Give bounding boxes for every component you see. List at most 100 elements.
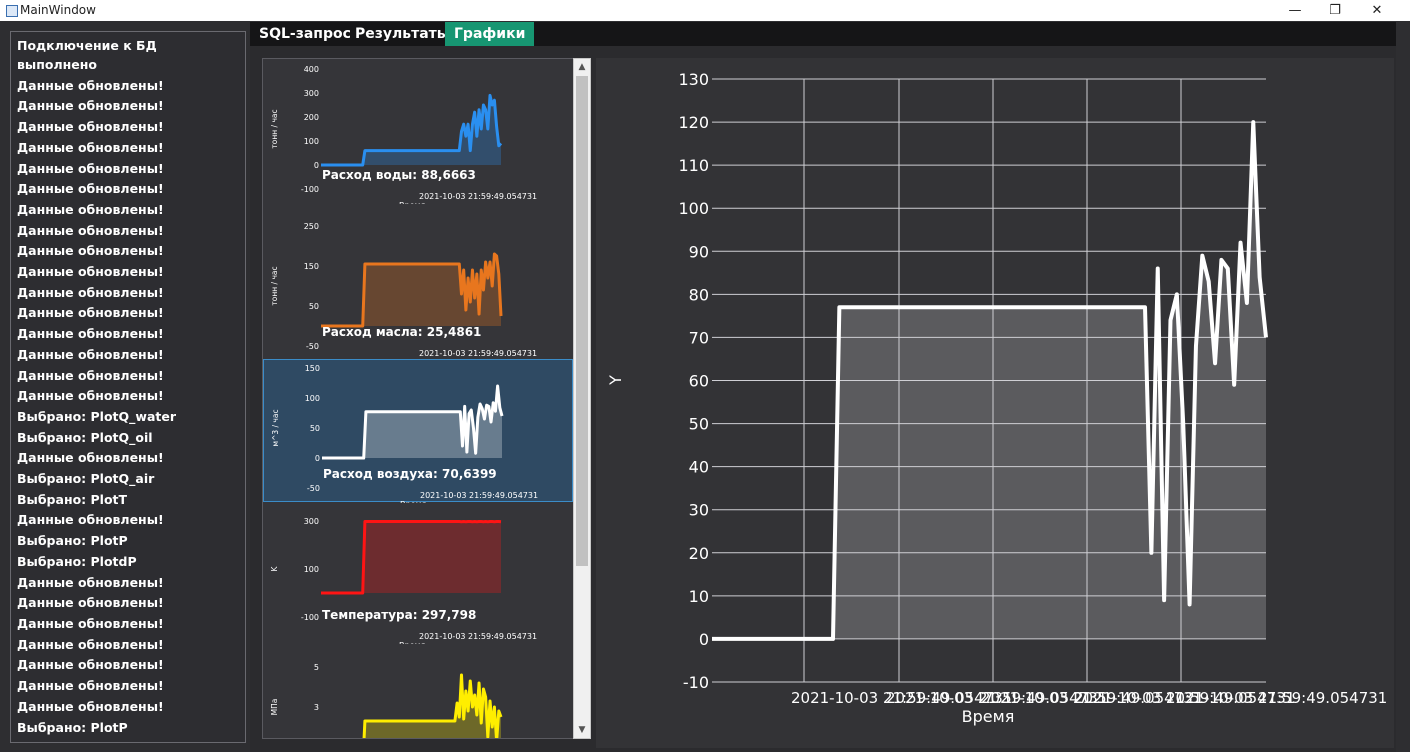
main-y-label: Y (606, 375, 625, 386)
mini-chart-list[interactable]: 400 300 200 100 0 -100 тонн / час Расход воды: … (262, 58, 576, 739)
mini-x-tick: 2021-10-03 21:59:49.054731 (420, 491, 538, 500)
main-y-tick: 60 (689, 372, 709, 391)
tab-bar: SQL-запрос Результаты Графики (250, 22, 1396, 46)
mini-y-tick: 3 (314, 703, 319, 712)
window-title: MainWindow (20, 3, 96, 17)
main-y-tick: 90 (689, 242, 709, 261)
main-y-tick: 120 (678, 113, 709, 132)
mini-y-tick: 400 (304, 65, 319, 74)
mini-chart: 300100-100KТемпература: 297,7982021-10-0… (270, 517, 537, 644)
main-y-tick: 100 (678, 199, 709, 218)
main-y-tick: 10 (689, 587, 709, 606)
log-item: Данные обновлены! (17, 657, 164, 673)
tab-sql-query[interactable]: SQL-запрос (250, 22, 360, 46)
mini-y-tick: 100 (305, 394, 320, 403)
log-item: Данные обновлены! (17, 305, 164, 321)
log-item: Данные обновлены! (17, 98, 164, 114)
log-item: Данные обновлены! (17, 636, 164, 652)
log-item: Выбрано: PlotP (17, 533, 128, 549)
log-item: Данные обновлены! (17, 264, 164, 280)
mini-caption: Расход масла: 25,4861 (322, 325, 481, 339)
mini-y-tick: 5 (314, 663, 319, 672)
log-item: Данные обновлены! (17, 284, 164, 300)
scroll-thumb[interactable] (576, 76, 588, 566)
log-item: Данные обновлены! (17, 77, 164, 93)
log-item: Данные обновлены! (17, 388, 164, 404)
mini-chart: 531МПа (270, 663, 503, 738)
mini-x-label: Время (399, 201, 426, 204)
main-y-tick: 80 (689, 285, 709, 304)
main-chart: 1301201101009080706050403020100-102021-1… (606, 70, 1387, 726)
tab-results[interactable]: Результаты (346, 22, 458, 46)
vertical-scrollbar[interactable]: ▲ ▼ (573, 58, 591, 739)
mini-y-tick: -50 (306, 342, 319, 351)
mini-chart: 250 150 50 -50 тонн / час Расход масла: 25,48… (270, 222, 537, 361)
mini-chart: 400 300 200 100 0 -100 тонн / час Расход воды: … (270, 65, 537, 204)
mini-x-tick: 2021-10-03 21:59:49.054731 (419, 192, 537, 201)
mini-y-tick: 300 (304, 89, 319, 98)
maximize-button[interactable]: ❐ (1312, 0, 1358, 21)
mini-y-tick: 150 (305, 364, 320, 373)
log-item: Данные обновлены! (17, 615, 164, 631)
log-item: Данные обновлены! (17, 346, 164, 362)
log-item: Выбрано: PlotT (11, 738, 245, 742)
log-item: выполнено (17, 57, 97, 72)
title-bar: MainWindow — ❐ ✕ (0, 0, 1410, 21)
mini-caption: Расход воды: 88,6663 (322, 168, 476, 182)
mini-chart-item[interactable]: 300 100 -100 K Температура: 297,798 2021-10-0… (263, 501, 573, 644)
main-y-tick: 20 (689, 544, 709, 563)
mini-chart-item[interactable]: 250 150 50 -50 тонн / час Расход масла: 25,48… (263, 218, 573, 361)
mini-chart-item[interactable]: 531МПа (263, 639, 573, 738)
log-item: Данные обновлены! (17, 243, 164, 259)
tab-charts[interactable]: Графики (445, 22, 535, 46)
mini-y-tick: 300 (304, 517, 319, 526)
scroll-down-icon[interactable]: ▼ (574, 722, 590, 738)
mini-y-tick: 250 (304, 222, 319, 231)
log-item: Данные обновлены! (17, 222, 164, 238)
mini-y-tick: 50 (310, 424, 320, 433)
scroll-up-icon[interactable]: ▲ (574, 59, 590, 75)
mini-y-label: МПа (270, 699, 279, 716)
mini-y-tick: -100 (301, 185, 319, 194)
main-y-tick: 40 (689, 458, 709, 477)
mini-chart-item[interactable]: 150 100 50 0 -50 м^3 / час Расход воздуха: 70,… (263, 359, 573, 503)
mini-y-tick: 0 (315, 454, 320, 463)
log-item: Данные обновлены! (17, 367, 164, 383)
mini-y-label: тонн / час (270, 109, 279, 148)
main-x-label: Время (962, 707, 1015, 726)
close-button[interactable]: ✕ (1354, 0, 1400, 21)
main-x-tick: 2021-10-03 21:59:49.054731 (1166, 689, 1387, 707)
mini-y-tick: 200 (304, 113, 319, 122)
log-list[interactable]: Подключение к БД выполнено Данные обновлен… (10, 31, 246, 743)
app-icon (6, 5, 18, 17)
log-item: Выбрано: PlotP (17, 719, 128, 735)
log-item: Подключение к БД (17, 38, 157, 53)
main-y-tick: 70 (689, 328, 709, 347)
mini-y-tick: 150 (304, 262, 319, 271)
main-y-tick: 50 (689, 415, 709, 434)
mini-chart-item[interactable]: 400 300 200 100 0 -100 тонн / час Расход воды: … (263, 61, 573, 204)
main-y-tick: -10 (683, 673, 709, 692)
main-y-tick: 110 (678, 156, 709, 175)
mini-caption: Расход воздуха: 70,6399 (323, 467, 497, 481)
log-item: Данные обновлены! (17, 119, 164, 135)
log-item: Данные обновлены! (17, 698, 164, 714)
mini-area-fill (321, 95, 501, 165)
mini-chart: 150 100 50 0 -50 м^3 / час Расход воздуха: 70,… (271, 364, 538, 503)
mini-area-fill (364, 675, 501, 738)
log-item: Данные обновлены! (17, 512, 164, 528)
log-item: Выбрано: PlotdP (17, 553, 137, 569)
mini-y-tick: 0 (314, 161, 319, 170)
main-y-tick: 30 (689, 501, 709, 520)
main-y-tick: 130 (678, 70, 709, 89)
mini-y-tick: 100 (304, 565, 319, 574)
log-item: Данные обновлены! (17, 160, 164, 176)
mini-y-tick: 100 (304, 137, 319, 146)
log-item: Выбрано: PlotT (17, 491, 128, 507)
log-item: Данные обновлены! (17, 450, 164, 466)
mini-y-label: м^3 / час (271, 409, 280, 446)
log-item: Выбрано: PlotQ_air (17, 471, 155, 487)
log-item: Данные обновлены! (17, 181, 164, 197)
log-item: Данные обновлены! (17, 139, 164, 155)
mini-y-tick: -50 (307, 484, 320, 493)
